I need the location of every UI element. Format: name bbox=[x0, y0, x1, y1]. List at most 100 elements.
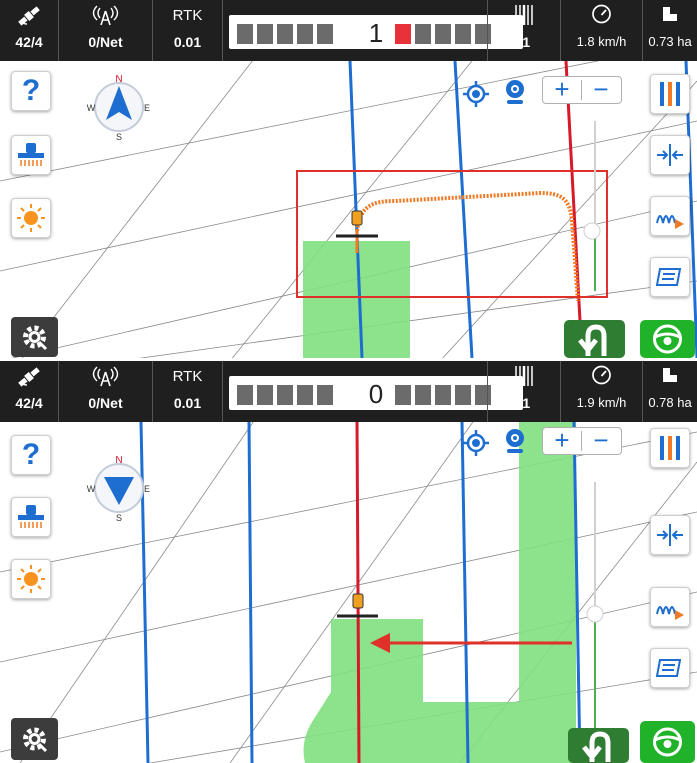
brightness-button[interactable] bbox=[11, 559, 51, 599]
active-guide-line bbox=[564, 61, 584, 358]
satellite-status: 42/4 bbox=[0, 0, 58, 61]
speedometer-icon bbox=[592, 4, 611, 24]
coverage-area bbox=[519, 422, 576, 763]
settings-button[interactable] bbox=[11, 718, 58, 760]
svg-text:N: N bbox=[115, 455, 122, 466]
rtk-value: 0.01 bbox=[173, 34, 202, 50]
steering-wheel-icon bbox=[653, 727, 682, 757]
zoom-in-button[interactable]: + bbox=[543, 427, 581, 454]
implement-button[interactable] bbox=[11, 135, 51, 175]
lightbar: 0 bbox=[229, 376, 523, 410]
offset-tool-button[interactable] bbox=[650, 587, 690, 627]
guidance-line-icon bbox=[515, 5, 533, 25]
lightbar: 1 bbox=[229, 15, 523, 49]
width-button[interactable] bbox=[650, 515, 690, 555]
svg-text:N: N bbox=[115, 74, 122, 85]
area-status: 0.73 ha bbox=[643, 0, 697, 61]
guide-line bbox=[247, 422, 254, 763]
svg-text:W: W bbox=[87, 103, 96, 113]
rtk-label: RTK bbox=[172, 368, 203, 385]
line-number-status[interactable]: -1 bbox=[488, 0, 560, 61]
brightness-icon bbox=[17, 565, 45, 593]
u-turn-icon bbox=[578, 324, 607, 356]
network-status: 0/Net bbox=[59, 361, 152, 422]
settings-button[interactable] bbox=[11, 317, 58, 357]
layers-button[interactable] bbox=[650, 74, 690, 114]
zoom-control: + − bbox=[542, 76, 622, 104]
locate-icon[interactable] bbox=[462, 80, 490, 108]
zoom-in-button[interactable]: + bbox=[543, 76, 581, 103]
zoom-out-button[interactable]: − bbox=[582, 76, 620, 103]
active-guide-line bbox=[355, 422, 361, 763]
layers-icon bbox=[660, 82, 680, 106]
implement-icon bbox=[18, 505, 44, 528]
satellite-icon bbox=[18, 6, 40, 26]
tractor-marker bbox=[352, 593, 364, 609]
rtk-label: RTK bbox=[172, 7, 203, 24]
tractor-marker bbox=[351, 210, 363, 226]
webcam-icon[interactable] bbox=[502, 78, 528, 108]
satellite-count: 42/4 bbox=[15, 395, 43, 411]
steering-button[interactable] bbox=[640, 721, 695, 763]
layers-button[interactable] bbox=[650, 428, 690, 468]
webcam-icon[interactable] bbox=[502, 427, 528, 457]
help-button[interactable]: ? bbox=[11, 435, 51, 475]
implement-icon bbox=[18, 143, 44, 166]
svg-text:E: E bbox=[144, 484, 150, 494]
offset-tool-icon bbox=[656, 606, 684, 620]
path-switch-button[interactable] bbox=[650, 257, 690, 297]
rtk-status: RTK 0.01 bbox=[153, 0, 222, 61]
zoom-slider-thumb[interactable] bbox=[583, 222, 601, 240]
area-status: 0.78 ha bbox=[643, 361, 697, 422]
screen-1: 42/4 0/Net RTK 0.01 1 -1 1.8 km/h 0.73 h… bbox=[0, 0, 697, 358]
status-bar: 42/4 0/Net RTK 0.01 1 -1 1.8 km/h 0.73 h… bbox=[0, 0, 697, 61]
satellite-status: 42/4 bbox=[0, 361, 58, 422]
width-icon bbox=[657, 524, 683, 546]
svg-text:E: E bbox=[144, 103, 150, 113]
line-number: -1 bbox=[517, 395, 531, 411]
offset-tool-button[interactable] bbox=[650, 196, 690, 236]
rtk-status: RTK 0.01 bbox=[153, 361, 222, 422]
area-icon bbox=[663, 7, 677, 21]
steering-wheel-icon bbox=[653, 324, 682, 354]
svg-text:W: W bbox=[87, 484, 96, 494]
speedometer-icon bbox=[592, 365, 611, 385]
offset-tool-icon bbox=[656, 215, 684, 229]
path-switch-button[interactable] bbox=[650, 648, 690, 688]
line-number-status[interactable]: -1 bbox=[488, 361, 560, 422]
cross-track-offset: 1 bbox=[368, 18, 384, 48]
zoom-out-button[interactable]: − bbox=[582, 427, 620, 454]
compass[interactable]: N E S W bbox=[84, 72, 154, 142]
network-value: 0/Net bbox=[88, 34, 123, 50]
status-bar: 42/4 0/Net RTK 0.01 0 -1 1.9 km/h 0.78 h… bbox=[0, 361, 697, 422]
locate-icon[interactable] bbox=[462, 429, 490, 457]
zoom-control: + − bbox=[542, 427, 622, 455]
speed-status: 1.8 km/h bbox=[561, 0, 642, 61]
gear-icon bbox=[23, 727, 48, 753]
area-value: 0.73 ha bbox=[648, 34, 692, 49]
network-value: 0/Net bbox=[88, 395, 123, 411]
brightness-button[interactable] bbox=[11, 198, 51, 238]
zoom-slider-thumb[interactable] bbox=[586, 605, 604, 623]
line-number: -1 bbox=[517, 34, 531, 50]
satellite-icon bbox=[18, 367, 40, 387]
svg-text:S: S bbox=[116, 132, 122, 142]
screen-2: 42/4 0/Net RTK 0.01 0 -1 1.9 km/h 0.78 h… bbox=[0, 361, 697, 763]
network-status: 0/Net bbox=[59, 0, 152, 61]
compass[interactable]: N E S W bbox=[84, 453, 154, 523]
u-turn-button[interactable] bbox=[568, 728, 629, 763]
help-button[interactable]: ? bbox=[11, 71, 51, 111]
brightness-icon bbox=[17, 204, 45, 232]
u-turn-button[interactable] bbox=[564, 320, 625, 358]
width-button[interactable] bbox=[650, 135, 690, 175]
area-value: 0.78 ha bbox=[648, 395, 692, 410]
path-switch-icon bbox=[655, 659, 682, 677]
steering-button[interactable] bbox=[640, 320, 695, 358]
gear-icon bbox=[23, 325, 48, 351]
guidance-line-icon bbox=[515, 366, 533, 386]
area-icon bbox=[663, 368, 677, 382]
layers-icon bbox=[660, 436, 680, 460]
antenna-icon bbox=[92, 366, 119, 387]
implement-button[interactable] bbox=[11, 497, 51, 537]
u-turn-icon bbox=[582, 731, 611, 762]
